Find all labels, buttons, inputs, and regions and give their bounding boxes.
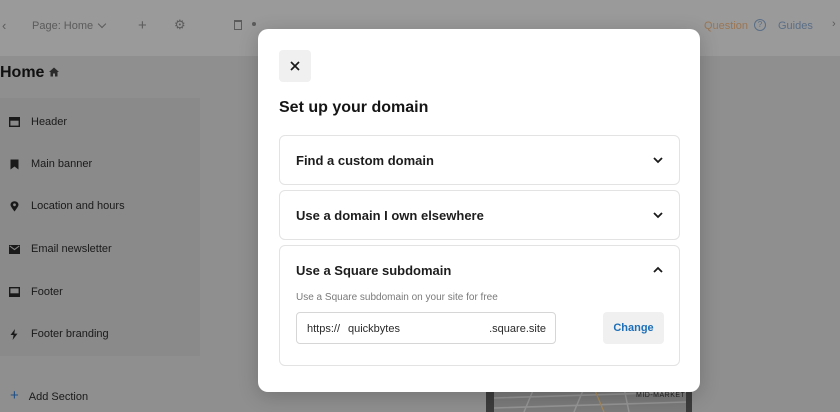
section-label: Header xyxy=(31,116,68,128)
section-list: Header Main banner Location and hours Em… xyxy=(0,98,200,356)
page-selector[interactable]: Page: Home xyxy=(32,19,107,32)
chevron-down-icon xyxy=(97,19,107,29)
home-icon xyxy=(49,67,59,77)
map-label: MID-MARKET xyxy=(636,392,686,399)
section-label: Footer branding xyxy=(31,328,109,340)
section-item-footer[interactable]: Footer xyxy=(8,282,63,302)
add-section-button[interactable]: + Add Section xyxy=(10,387,89,405)
chevron-down-icon xyxy=(653,157,663,164)
bookmark-icon xyxy=(8,158,20,170)
footer-icon xyxy=(8,286,20,298)
add-page-icon[interactable]: + xyxy=(138,17,147,34)
lightning-icon xyxy=(8,328,20,340)
modal-title: Set up your domain xyxy=(279,99,429,116)
accordion-title: Use a domain I own elsewhere xyxy=(296,208,484,223)
add-section-label: Add Section xyxy=(28,390,89,403)
close-button[interactable] xyxy=(279,50,311,82)
section-label: Main banner xyxy=(31,158,93,170)
accordion-own-domain[interactable]: Use a domain I own elsewhere xyxy=(279,190,680,240)
section-item-header[interactable]: Header xyxy=(8,112,67,132)
subdomain-value[interactable]: quickbytes xyxy=(348,323,400,335)
page-title: Home xyxy=(0,64,45,81)
chevron-up-icon[interactable] xyxy=(651,263,665,277)
envelope-icon xyxy=(8,243,20,255)
section-label: Email newsletter xyxy=(31,243,112,255)
back-arrow-icon[interactable]: ‹ xyxy=(2,18,6,33)
plus-icon: + xyxy=(10,387,19,404)
section-item-location[interactable]: Location and hours xyxy=(8,196,125,216)
url-suffix: .square.site xyxy=(489,323,546,335)
location-pin-icon xyxy=(8,200,20,212)
section-item-main-banner[interactable]: Main banner xyxy=(8,154,92,174)
accordion-square-subdomain: Use a Square subdomain Use a Square subd… xyxy=(279,245,680,366)
accordion-title: Find a custom domain xyxy=(296,153,434,168)
section-item-newsletter[interactable]: Email newsletter xyxy=(8,239,112,259)
page-selector-label: Page: Home xyxy=(32,20,94,32)
dot-icon xyxy=(252,22,256,26)
close-icon xyxy=(290,61,300,71)
change-button[interactable]: Change xyxy=(603,312,664,344)
top-link-orange[interactable]: Question xyxy=(704,20,748,32)
subdomain-url-field[interactable]: https:// quickbytes .square.site xyxy=(296,312,556,344)
section-item-footer-branding[interactable]: Footer branding xyxy=(8,324,109,344)
sidebar: Home Header Main banner Location and hou… xyxy=(0,56,200,412)
gear-icon[interactable]: ⚙ xyxy=(174,17,186,33)
section-label: Footer xyxy=(31,286,63,298)
accordion-find-custom-domain[interactable]: Find a custom domain xyxy=(279,135,680,185)
guides-link[interactable]: Guides xyxy=(778,20,813,32)
chevron-down-icon xyxy=(653,212,663,219)
header-icon xyxy=(8,116,20,128)
subdomain-description: Use a Square subdomain on your site for … xyxy=(296,292,498,303)
trash-icon[interactable] xyxy=(234,20,242,30)
help-icon[interactable]: ? xyxy=(754,19,766,31)
section-label: Location and hours xyxy=(31,200,125,212)
domain-setup-modal: Set up your domain Find a custom domain … xyxy=(258,29,700,392)
overflow-icon[interactable]: › xyxy=(832,18,836,30)
accordion-title[interactable]: Use a Square subdomain xyxy=(296,263,451,278)
url-prefix: https:// xyxy=(307,323,341,335)
